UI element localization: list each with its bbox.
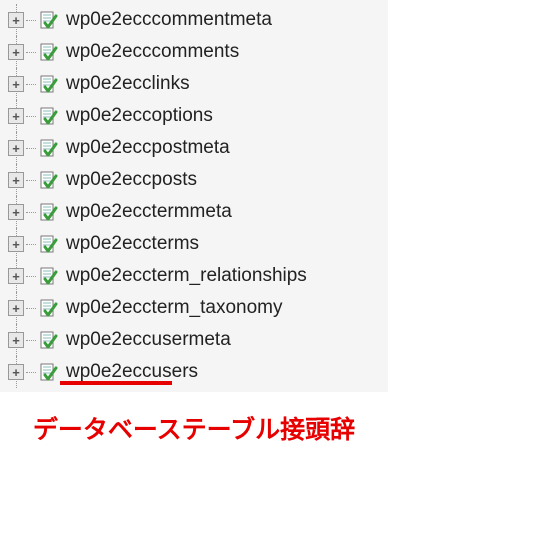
tree-connector	[26, 116, 36, 117]
tree-item[interactable]: + wp0e2eccusers	[0, 356, 388, 388]
tree-item[interactable]: + wp0e2eccusermeta	[0, 324, 388, 356]
tree-connector	[26, 212, 36, 213]
table-icon	[38, 42, 58, 62]
tree-item[interactable]: + wp0e2eccpostmeta	[0, 132, 388, 164]
tree-item[interactable]: + wp0e2eccposts	[0, 164, 388, 196]
table-icon	[38, 106, 58, 126]
tree-item[interactable]: + wp0e2eccterm_relationships	[0, 260, 388, 292]
expand-icon[interactable]: +	[8, 268, 24, 284]
expand-icon[interactable]: +	[8, 12, 24, 28]
table-label[interactable]: wp0e2ecctermmeta	[66, 201, 232, 223]
table-label[interactable]: wp0e2eccterm_taxonomy	[66, 297, 283, 319]
tree-item[interactable]: + wp0e2eccterms	[0, 228, 388, 260]
expand-icon[interactable]: +	[8, 140, 24, 156]
table-label[interactable]: wp0e2ecclinks	[66, 73, 190, 95]
tree-item[interactable]: + wp0e2ecclinks	[0, 68, 388, 100]
tree-item[interactable]: + wp0e2eccterm_taxonomy	[0, 292, 388, 324]
expand-icon[interactable]: +	[8, 44, 24, 60]
table-label[interactable]: wp0e2ecccommentmeta	[66, 9, 272, 31]
expand-icon[interactable]: +	[8, 204, 24, 220]
expand-icon[interactable]: +	[8, 300, 24, 316]
expand-icon[interactable]: +	[8, 332, 24, 348]
table-label[interactable]: wp0e2ecccomments	[66, 41, 239, 63]
tree-connector	[26, 84, 36, 85]
table-icon	[38, 170, 58, 190]
tree-connector	[26, 148, 36, 149]
expand-icon[interactable]: +	[8, 108, 24, 124]
tree-connector	[26, 308, 36, 309]
tree-connector	[26, 276, 36, 277]
table-icon	[38, 74, 58, 94]
table-icon	[38, 234, 58, 254]
table-icon	[38, 138, 58, 158]
tree-connector	[26, 20, 36, 21]
table-icon	[38, 10, 58, 30]
expand-icon[interactable]: +	[8, 76, 24, 92]
tree-item[interactable]: + wp0e2ecccomments	[0, 36, 388, 68]
tree-connector	[26, 340, 36, 341]
expand-icon[interactable]: +	[8, 172, 24, 188]
table-label[interactable]: wp0e2eccpostmeta	[66, 137, 230, 159]
table-label[interactable]: wp0e2eccoptions	[66, 105, 213, 127]
table-label[interactable]: wp0e2eccterms	[66, 233, 199, 255]
expand-icon[interactable]: +	[8, 364, 24, 380]
expand-icon[interactable]: +	[8, 236, 24, 252]
tree-connector	[26, 52, 36, 53]
red-underline-annotation	[60, 381, 172, 385]
tree-connector	[26, 180, 36, 181]
red-caption: データベーステーブル接頭辞	[0, 392, 388, 464]
tree-item[interactable]: + wp0e2ecccommentmeta	[0, 4, 388, 36]
table-icon	[38, 298, 58, 318]
tree-item[interactable]: + wp0e2eccoptions	[0, 100, 388, 132]
table-label[interactable]: wp0e2eccterm_relationships	[66, 265, 307, 287]
table-icon	[38, 362, 58, 382]
table-icon	[38, 266, 58, 286]
tree-connector	[26, 372, 36, 373]
tree-connector	[26, 244, 36, 245]
tree-item[interactable]: + wp0e2ecctermmeta	[0, 196, 388, 228]
table-icon	[38, 202, 58, 222]
table-label[interactable]: wp0e2eccusermeta	[66, 329, 231, 351]
table-label[interactable]: wp0e2eccposts	[66, 169, 197, 191]
table-icon	[38, 330, 58, 350]
table-label[interactable]: wp0e2eccusers	[66, 361, 198, 382]
